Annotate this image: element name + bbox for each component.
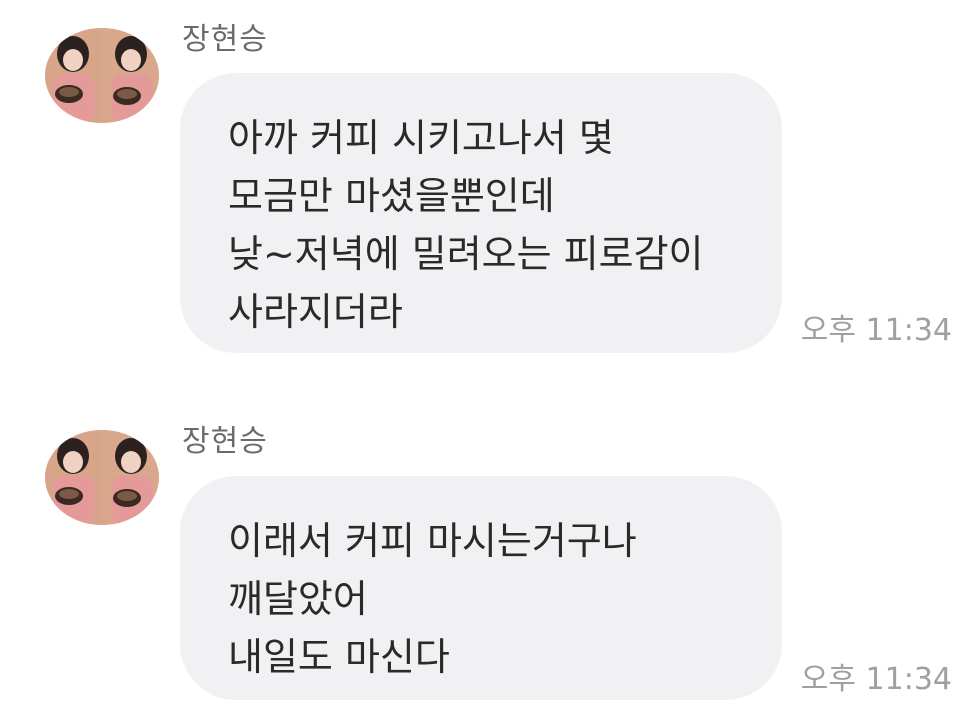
message-text-line: 모금만 마셨을뿐인데: [228, 174, 555, 218]
message-text-line: 깨달았어: [228, 577, 368, 621]
chat-thread: 장현승 아까 커피 시키고나서 몇 모금만 마셨을뿐인데 낮~저녁에 밀려오는 …: [0, 0, 964, 728]
message-text-line: 내일도 마신다: [228, 635, 450, 679]
message-bubble[interactable]: 이래서 커피 마시는거구나 깨달았어 내일도 마신다: [180, 476, 782, 700]
message-text-line: 낮~저녁에 밀려오는 피로감이: [228, 232, 704, 276]
sender-name: 장현승: [182, 22, 268, 57]
profile-photo-icon: [45, 430, 159, 525]
sender-name: 장현승: [182, 424, 268, 459]
profile-photo-icon: [45, 28, 159, 123]
message-bubble[interactable]: 아까 커피 시키고나서 몇 모금만 마셨을뿐인데 낮~저녁에 밀려오는 피로감이…: [180, 73, 782, 353]
message-text-line: 이래서 커피 마시는거구나: [228, 519, 637, 563]
message-text-line: 아까 커피 시키고나서 몇: [228, 116, 614, 160]
avatar[interactable]: [45, 28, 159, 123]
avatar[interactable]: [45, 430, 159, 525]
message-timestamp: 오후 11:34: [800, 313, 952, 348]
message-timestamp: 오후 11:34: [800, 662, 952, 697]
message-text-line: 사라지더라: [228, 290, 403, 334]
